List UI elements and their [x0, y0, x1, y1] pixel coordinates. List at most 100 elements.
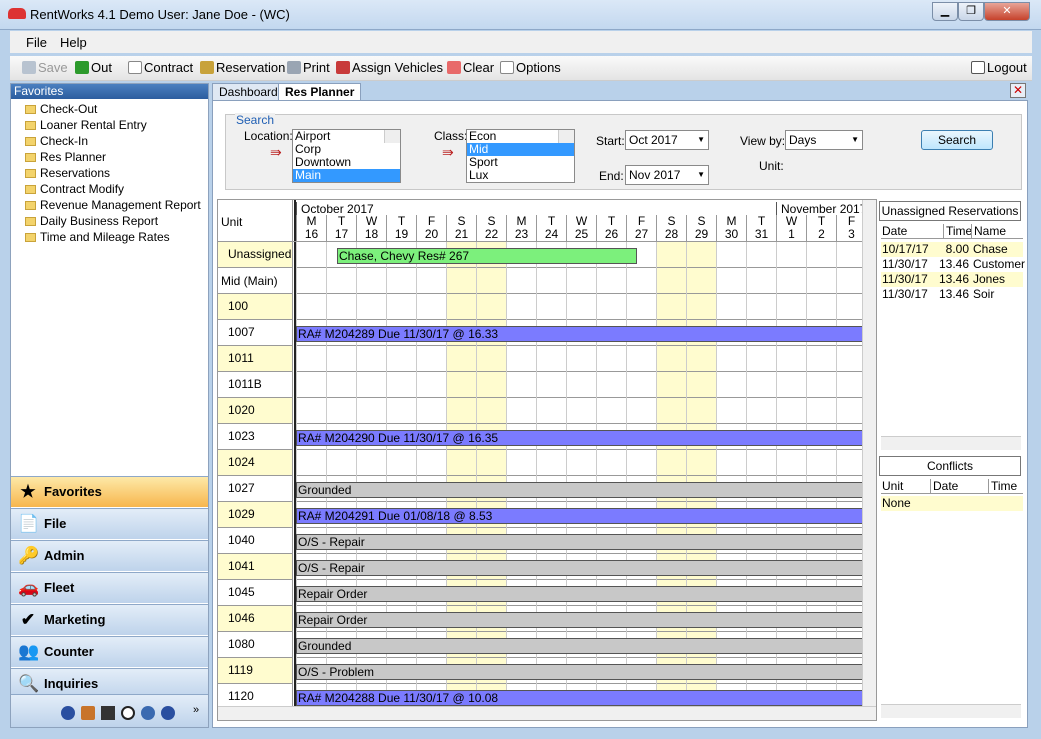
select-arrow-icon[interactable]: ⇛ [442, 143, 460, 161]
favorite-item[interactable]: Res Planner [25, 150, 106, 164]
day-header[interactable]: T 17 [326, 215, 356, 242]
booking-bar[interactable]: Chase, Chevy Res# 267 [337, 248, 637, 264]
booking-bar[interactable]: Grounded [296, 482, 874, 498]
unit-cell[interactable]: 1007 [218, 320, 293, 346]
horizontal-scrollbar[interactable] [881, 704, 1021, 718]
conflicts-row[interactable]: None [881, 496, 1023, 511]
unassigned-row[interactable]: 10/17/17 8.00 Chase [881, 242, 1023, 257]
start-select[interactable]: Oct 2017 [625, 130, 709, 150]
menu-help[interactable]: Help [60, 35, 87, 50]
day-header[interactable]: S 29 [686, 215, 716, 242]
favorite-item[interactable]: Contract Modify [25, 182, 124, 196]
unit-cell[interactable]: 1023 [218, 424, 293, 450]
col-time[interactable]: Time [988, 479, 1017, 494]
vertical-scrollbar[interactable] [862, 200, 876, 706]
favorite-item[interactable]: Check-Out [25, 102, 97, 116]
favorite-item[interactable]: Reservations [25, 166, 110, 180]
day-header[interactable]: M 16 [296, 215, 326, 242]
close-button[interactable]: ✕ [984, 2, 1030, 21]
unit-cell[interactable]: 1046 [218, 606, 293, 632]
day-header[interactable]: S 21 [446, 215, 476, 242]
unit-cell[interactable]: 1020 [218, 398, 293, 424]
shortcut-icon[interactable] [61, 706, 75, 720]
select-arrow-icon[interactable]: ⇛ [270, 143, 288, 161]
save-button[interactable]: Save [22, 60, 68, 75]
end-select[interactable]: Nov 2017 [625, 165, 709, 185]
col-date[interactable]: Date [930, 479, 958, 494]
minimize-button[interactable]: ▁ [932, 2, 958, 21]
tab-dashboard[interactable]: Dashboard [212, 83, 285, 100]
day-header[interactable]: T 24 [536, 215, 566, 242]
unit-cell[interactable]: 1119 [218, 658, 293, 684]
nav-counter[interactable]: 👥 Counter [11, 636, 208, 667]
day-header[interactable]: T2 [806, 215, 836, 242]
booking-bar[interactable]: O/S - Repair [296, 534, 874, 550]
nav-favorites[interactable]: ★ Favorites [11, 476, 208, 507]
day-header[interactable]: M 30 [716, 215, 746, 242]
print-button[interactable]: Print [287, 60, 330, 75]
unit-cell[interactable]: 1029 [218, 502, 293, 528]
out-button[interactable]: Out [75, 60, 112, 75]
col-time[interactable]: Time [943, 224, 972, 239]
maximize-button[interactable]: ❐ [958, 2, 984, 21]
day-header[interactable]: W1 [776, 215, 806, 242]
day-header[interactable]: F 20 [416, 215, 446, 242]
booking-bar[interactable]: RA# M204288 Due 11/30/17 @ 10.08 [296, 690, 874, 706]
day-header[interactable]: S 28 [656, 215, 686, 242]
view-by-select[interactable]: Days [785, 130, 863, 150]
booking-bar[interactable]: RA# M204291 Due 01/08/18 @ 8.53 [296, 508, 874, 524]
class-option[interactable]: Lux [467, 169, 574, 182]
day-header[interactable]: S 22 [476, 215, 506, 242]
unit-cell[interactable]: 1041 [218, 554, 293, 580]
booking-bar[interactable]: Grounded [296, 638, 874, 654]
unit-cell[interactable]: 100 [218, 294, 293, 320]
col-unit[interactable]: Unit [882, 479, 903, 494]
tab-res-planner[interactable]: Res Planner [278, 83, 362, 100]
day-header[interactable]: T 19 [386, 215, 416, 242]
day-header[interactable]: W 18 [356, 215, 386, 242]
favorite-item[interactable]: Loaner Rental Entry [25, 118, 147, 132]
unit-cell[interactable]: 1040 [218, 528, 293, 554]
clear-button[interactable]: Clear [447, 60, 494, 75]
nav-fleet[interactable]: 🚗 Fleet [11, 572, 208, 603]
menu-file[interactable]: File [26, 35, 47, 50]
col-name[interactable]: Name [971, 224, 1006, 239]
booking-bar[interactable]: RA# M204290 Due 11/30/17 @ 16.35 [296, 430, 874, 446]
horizontal-scrollbar[interactable] [218, 706, 876, 720]
logout-button[interactable]: Logout [971, 60, 1027, 75]
unit-cell[interactable]: 1080 [218, 632, 293, 658]
shortcut-icon[interactable] [81, 706, 95, 720]
day-header[interactable]: W 25 [566, 215, 596, 242]
unassigned-row[interactable]: 11/30/17 13.46 Soir [881, 287, 1023, 302]
location-option[interactable]: Main [293, 169, 400, 182]
unit-cell[interactable]: 1024 [218, 450, 293, 476]
booking-bar[interactable]: RA# M204289 Due 11/30/17 @ 16.33 [296, 326, 874, 342]
reservation-button[interactable]: Reservation [200, 60, 285, 75]
contract-button[interactable]: Contract [128, 60, 193, 75]
unit-cell[interactable]: Mid (Main) [218, 268, 293, 294]
location-list[interactable]: Airport Corp Downtown Main [292, 129, 401, 183]
day-header[interactable]: T 31 [746, 215, 776, 242]
favorite-item[interactable]: Time and Mileage Rates [25, 230, 170, 244]
unit-cell[interactable]: 1027 [218, 476, 293, 502]
booking-bar[interactable]: Repair Order [296, 586, 874, 602]
class-list[interactable]: Econ Mid Sport Lux [466, 129, 575, 183]
unit-cell[interactable]: 1011 [218, 346, 293, 372]
booking-bar[interactable]: O/S - Problem [296, 664, 874, 680]
day-header[interactable]: M 23 [506, 215, 536, 242]
unassigned-row[interactable]: 11/30/17 13.46 Jones [881, 272, 1023, 287]
horizontal-scrollbar[interactable] [881, 436, 1021, 450]
options-button[interactable]: Options [500, 60, 561, 75]
close-tab-button[interactable]: ✕ [1010, 83, 1026, 98]
unassigned-row[interactable]: 11/30/17 13.46 Customer [881, 257, 1025, 272]
search-button[interactable]: Search [921, 130, 993, 150]
booking-bar[interactable]: Repair Order [296, 612, 874, 628]
favorite-item[interactable]: Revenue Management Report [25, 198, 201, 212]
clock-icon[interactable] [121, 706, 135, 720]
scrollbar[interactable] [384, 130, 400, 143]
nav-file[interactable]: 📄 File [11, 508, 208, 539]
tools-icon[interactable] [101, 706, 115, 720]
nav-marketing[interactable]: ✔ Marketing [11, 604, 208, 635]
globe-icon[interactable] [161, 706, 175, 720]
unit-cell[interactable]: 1011B [218, 372, 293, 398]
